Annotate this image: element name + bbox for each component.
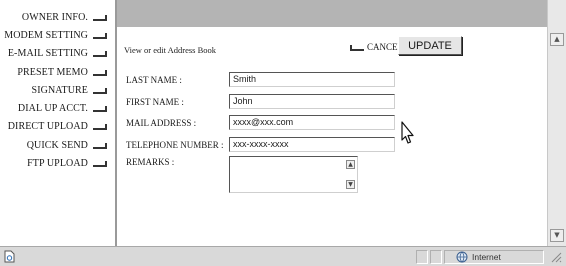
telephone-number-input[interactable]: xxx-xxxx-xxxx <box>229 137 395 152</box>
nav-item-label: DIRECT UPLOAD <box>7 120 88 132</box>
update-button[interactable]: UPDATE <box>398 36 462 55</box>
nav-item-email-setting[interactable]: E-MAIL SETTING <box>8 44 107 62</box>
nav-item-label: DIAL UP ACCT. <box>17 102 88 114</box>
link-arrow-icon <box>93 33 107 39</box>
nav-item-owner-info[interactable]: OWNER INFO. <box>22 8 107 26</box>
nav-item-label: FTP UPLOAD <box>27 157 88 169</box>
nav-item-direct-upload[interactable]: DIRECT UPLOAD <box>8 117 107 135</box>
cancel-link[interactable]: CANCEL <box>350 40 403 54</box>
settings-nav: OWNER INFO. MODEM SETTING E-MAIL SETTING… <box>0 0 117 246</box>
globe-icon <box>456 251 468 263</box>
window-scrollbar[interactable]: ▲ ▼ <box>547 0 566 246</box>
nav-item-label: SIGNATURE <box>31 84 88 96</box>
link-arrow-icon <box>93 106 107 112</box>
first-name-input[interactable]: John <box>229 94 395 109</box>
link-arrow-icon <box>350 45 364 51</box>
mail-address-input[interactable]: xxxx@xxx.com <box>229 115 395 130</box>
link-arrow-icon <box>93 124 107 130</box>
nav-item-ftp-upload[interactable]: FTP UPLOAD <box>27 154 107 172</box>
nav-item-label: MODEM SETTING <box>4 29 88 41</box>
mail-address-label: MAIL ADDRESS : <box>126 118 197 128</box>
nav-item-preset-memo[interactable]: PRESET MEMO <box>17 63 107 81</box>
nav-item-label: QUICK SEND <box>26 139 88 151</box>
scroll-up-icon[interactable]: ▲ <box>550 33 564 46</box>
nav-item-signature[interactable]: SIGNATURE <box>32 81 107 99</box>
browser-window: OWNER INFO. MODEM SETTING E-MAIL SETTING… <box>0 0 566 266</box>
remarks-textarea[interactable]: ▲ ▼ <box>229 156 358 193</box>
nav-item-label: PRESET MEMO <box>17 66 88 78</box>
status-pane <box>416 250 428 264</box>
zone-label: Internet <box>472 252 501 262</box>
nav-item-dial-up-acct[interactable]: DIAL UP ACCT. <box>18 99 107 117</box>
mouse-cursor-icon <box>401 121 414 144</box>
form-caption: View or edit Address Book <box>124 45 217 55</box>
link-arrow-icon <box>93 51 107 57</box>
telephone-number-label: TELEPHONE NUMBER : <box>126 140 224 150</box>
page-icon <box>4 250 15 263</box>
remarks-label: REMARKS : <box>126 157 175 167</box>
link-arrow-icon <box>93 88 107 94</box>
first-name-label: FIRST NAME : <box>126 97 184 107</box>
link-arrow-icon <box>93 143 107 149</box>
status-bar: Internet <box>0 246 566 266</box>
security-zone: Internet <box>456 250 501 264</box>
link-arrow-icon <box>93 70 107 76</box>
scroll-down-icon[interactable]: ▼ <box>346 180 355 189</box>
header-banner <box>117 0 547 27</box>
resize-grip-icon[interactable] <box>551 252 562 263</box>
last-name-input[interactable]: Smith <box>229 72 395 87</box>
link-arrow-icon <box>93 15 107 21</box>
status-pane <box>430 250 442 264</box>
nav-item-modem-setting[interactable]: MODEM SETTING <box>4 26 107 44</box>
scroll-down-icon[interactable]: ▼ <box>550 229 564 242</box>
link-arrow-icon <box>93 161 107 167</box>
nav-item-label: E-MAIL SETTING <box>7 47 88 59</box>
scroll-up-icon[interactable]: ▲ <box>346 160 355 169</box>
address-book-form: View or edit Address Book CANCEL UPDATE … <box>117 0 547 246</box>
nav-item-label: OWNER INFO. <box>21 11 88 23</box>
last-name-label: LAST NAME : <box>126 75 182 85</box>
nav-item-quick-send[interactable]: QUICK SEND <box>27 136 107 154</box>
